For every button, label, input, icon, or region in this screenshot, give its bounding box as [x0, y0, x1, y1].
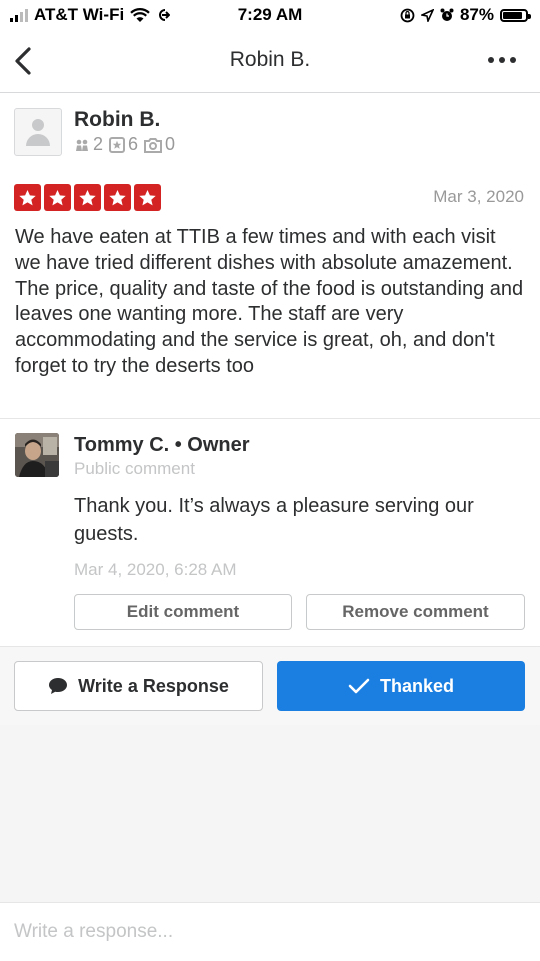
divider: [0, 418, 540, 419]
edit-comment-button[interactable]: Edit comment: [74, 594, 292, 630]
empty-area: [0, 725, 540, 902]
reviewer-stats: 2 6 0: [74, 134, 181, 155]
reviewer-avatar[interactable]: [14, 108, 62, 156]
photos-count: 0: [165, 134, 176, 154]
nav-bar: Robin B.: [0, 30, 540, 93]
nav-title: Robin B.: [229, 48, 311, 71]
friends-count: 2: [93, 134, 104, 154]
review-star-icon: [109, 136, 126, 153]
star-icon: [74, 184, 101, 211]
status-bar: AT&T Wi-Fi 7:29 AM 87%: [0, 0, 540, 30]
owner-avatar[interactable]: [15, 433, 59, 477]
thanked-label: Thanked: [379, 675, 454, 696]
camera-icon: [144, 137, 163, 153]
response-input-bar: [0, 902, 540, 961]
battery-icon: [500, 8, 531, 22]
star-icon: [104, 184, 131, 211]
speech-bubble-icon: [49, 678, 68, 694]
owner-photo: [15, 433, 59, 477]
checkmark-icon: [348, 678, 370, 694]
reviewer-header: Robin B. 2 6 0: [14, 108, 175, 156]
friends-icon: [76, 139, 88, 151]
action-bar: Write a Response Thanked: [0, 646, 540, 726]
star-icon: [14, 184, 41, 211]
review-date: Mar 3, 2020: [433, 187, 524, 206]
owner-comment-date: Mar 4, 2020, 6:28 AM: [74, 560, 237, 579]
owner-name[interactable]: Tommy C. • Owner: [74, 434, 250, 457]
battery-percent: 87%: [459, 5, 494, 24]
write-response-button[interactable]: Write a Response: [14, 661, 263, 711]
reviewer-name[interactable]: Robin B.: [74, 108, 160, 132]
alarm-icon: [440, 8, 454, 21]
comment-visibility: Public comment: [74, 459, 195, 478]
more-options-icon[interactable]: [488, 57, 516, 63]
location-arrow-icon: [420, 8, 434, 22]
star-icon: [134, 184, 161, 211]
star-icon: [44, 184, 71, 211]
owner-comment-text: Thank you. It’s always a pleasure servin…: [74, 495, 474, 545]
orientation-lock-icon: [400, 8, 415, 22]
reviews-count: 6: [128, 134, 139, 154]
write-response-label: Write a Response: [78, 675, 229, 696]
star-rating: [14, 184, 161, 211]
thanked-button[interactable]: Thanked: [277, 661, 525, 711]
review-text: We have eaten at TTIB a few times and wi…: [15, 226, 524, 377]
remove-comment-button[interactable]: Remove comment: [306, 594, 525, 630]
response-input[interactable]: [14, 917, 514, 947]
